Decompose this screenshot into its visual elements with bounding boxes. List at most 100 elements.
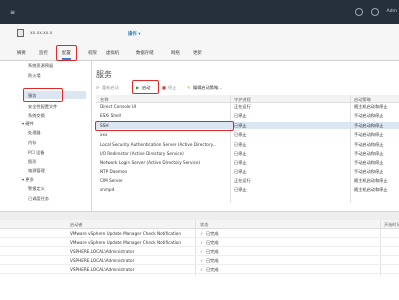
row-name[interactable]: CIM Server <box>100 178 228 183</box>
check-icon: ✓ <box>200 258 204 263</box>
column-header-policy[interactable]: 启动策略 <box>354 97 394 103</box>
row-daemon: 正在运行 <box>234 104 251 109</box>
tab-summary[interactable]: 摘要 <box>17 50 26 56</box>
restart-icon: ⟳ <box>96 85 100 90</box>
sidebar-item-processors[interactable]: 处理器 <box>28 130 41 136</box>
config-sidebar <box>0 61 92 213</box>
row-name[interactable]: Network Login Server (Active Directory S… <box>100 160 228 165</box>
check-icon: ✓ <box>200 240 204 245</box>
row-name[interactable]: NTP Daemon <box>100 169 228 174</box>
services-table: 名称 守护进程 启动策略 Direct Console UI 正在运行 随主机启… <box>96 95 399 203</box>
row-policy: 随主机启动和停止 <box>354 178 388 183</box>
highlight-ssh-row <box>95 121 234 131</box>
table-row[interactable]: VMware vSphere Update Manager Check Noti… <box>0 238 399 247</box>
row-daemon: 已停止 <box>234 123 247 128</box>
sidebar-group-more[interactable]: ▾ 更多 <box>22 177 34 183</box>
column-header-name[interactable]: 名称 <box>100 97 200 103</box>
tab-vms[interactable]: 虚拟机 <box>106 50 119 56</box>
host-name: xx.xx.xx.x <box>30 31 53 36</box>
column-header-initiator[interactable]: 启动者 <box>70 222 130 228</box>
row-daemon: 已停止 <box>234 187 247 192</box>
task-initiator: VSPHERE.LOCAL\Administrator <box>70 267 135 272</box>
sidebar-item-security-profile[interactable]: 安全性配置文件 <box>28 104 57 110</box>
task-initiator: VSPHERE.LOCAL\Administrator <box>70 258 135 263</box>
column-divider <box>350 95 351 203</box>
row-name[interactable]: Local Security Authentication Server (Ac… <box>100 142 228 147</box>
tab-datastores[interactable]: 数据存储 <box>136 50 154 56</box>
task-status: 已完成 <box>206 249 219 254</box>
column-header-start-time[interactable]: 开始时间 <box>384 222 399 228</box>
tab-networks[interactable]: 网络 <box>171 50 180 56</box>
row-policy: 随主机启动和停止 <box>354 104 388 109</box>
row-name[interactable]: xxx <box>100 132 228 137</box>
row-policy: 手动启动和停止 <box>354 160 384 165</box>
tab-updates[interactable]: 更新 <box>193 50 202 56</box>
tab-permissions[interactable]: 权限 <box>88 50 97 56</box>
actions-menu[interactable]: 操作 ▾ <box>128 31 141 37</box>
row-name[interactable]: ESXi Shell <box>100 113 228 118</box>
object-header <box>0 24 399 44</box>
help-icon[interactable] <box>371 8 379 16</box>
row-policy: 手动启动和停止 <box>354 132 384 137</box>
row-name[interactable]: Direct Console UI <box>100 104 228 109</box>
row-daemon: 已停止 <box>234 142 247 147</box>
highlight-services-item <box>23 88 63 102</box>
task-status: 已完成 <box>206 267 219 272</box>
task-status: 已完成 <box>206 258 219 263</box>
stop-button[interactable]: 停止 <box>168 85 176 91</box>
table-row[interactable]: VMware vSphere Update Manager Check Noti… <box>0 229 399 238</box>
check-icon: ✓ <box>200 267 204 272</box>
top-bar: ≡ Adm <box>0 0 399 24</box>
row-policy: 手动启动和停止 <box>354 169 384 174</box>
check-icon: ✓ <box>200 249 204 254</box>
sidebar-item-system-resource[interactable]: 系统资源预留 <box>28 63 53 69</box>
task-status: 已完成 <box>206 231 219 236</box>
row-policy: 随主机启动和停止 <box>354 187 388 192</box>
restart-button[interactable]: 重新启动 <box>102 85 119 91</box>
sidebar-item-firewall[interactable]: 防火墙 <box>28 73 41 79</box>
table-row[interactable]: VSPHERE.LOCAL\Administrator ✓ 已完成 <box>0 247 399 256</box>
row-daemon: 正在运行 <box>234 178 251 183</box>
task-initiator: VMware vSphere Update Manager Check Noti… <box>70 231 181 236</box>
column-divider <box>230 95 231 203</box>
refresh-icon[interactable] <box>355 8 363 16</box>
edit-startup-policy-button[interactable]: 编辑启动策略... <box>193 85 222 91</box>
row-policy: 手动启动和停止 <box>354 142 384 147</box>
table-row[interactable]: VSPHERE.LOCAL\Administrator ✓ 已完成 <box>0 265 399 274</box>
page-title: 服务 <box>96 70 112 79</box>
highlight-configure-tab <box>56 45 77 61</box>
sidebar-item-alarm-definitions[interactable]: 警报定义 <box>28 186 45 192</box>
stop-icon: ■ <box>162 85 166 90</box>
row-name[interactable]: I/O Redirector (Active Directory Service… <box>100 151 228 156</box>
row-policy: 手动启动和停止 <box>354 123 384 128</box>
sidebar-item-system-swap[interactable]: 系统交换 <box>28 113 45 119</box>
sidebar-item-memory[interactable]: 内存 <box>28 140 36 146</box>
row-daemon: 已停止 <box>234 160 247 165</box>
row-daemon: 已停止 <box>234 151 247 156</box>
task-status: 已完成 <box>206 240 219 245</box>
recent-tasks-bar <box>0 211 399 220</box>
pencil-icon: ✎ <box>187 85 191 90</box>
sidebar-item-graphics[interactable]: 图形 <box>28 159 36 165</box>
sidebar-item-scheduled-tasks[interactable]: 已调度任务 <box>28 196 49 202</box>
sidebar-group-hardware[interactable]: ▾ 硬件 <box>22 121 34 127</box>
column-header-status[interactable]: 状态 <box>200 222 230 228</box>
row-daemon: 已停止 <box>234 132 247 137</box>
menu-icon[interactable]: ≡ <box>10 9 15 16</box>
row-daemon: 已停止 <box>234 169 247 174</box>
user-menu[interactable]: Adm <box>387 9 397 14</box>
recent-tasks-table: 启动者 状态 开始时间 VMware vSphere Update Manage… <box>0 220 399 300</box>
task-initiator: VMware vSphere Update Manager Check Noti… <box>70 240 181 245</box>
sidebar-item-power[interactable]: 电源管理 <box>28 168 45 174</box>
row-policy: 手动启动和停止 <box>354 113 384 118</box>
host-icon <box>17 29 24 37</box>
row-daemon: 已停止 <box>234 113 247 118</box>
row-name[interactable]: snmpd <box>100 187 228 192</box>
table-row[interactable]: VSPHERE.LOCAL\Administrator ✓ 已完成 <box>0 256 399 265</box>
check-icon: ✓ <box>200 231 204 236</box>
sidebar-item-pci-devices[interactable]: PCI 设备 <box>28 150 44 156</box>
column-header-daemon[interactable]: 守护进程 <box>234 97 274 103</box>
tab-monitor[interactable]: 监控 <box>39 50 48 56</box>
row-policy: 手动启动和停止 <box>354 151 384 156</box>
highlight-start-button <box>132 80 159 94</box>
